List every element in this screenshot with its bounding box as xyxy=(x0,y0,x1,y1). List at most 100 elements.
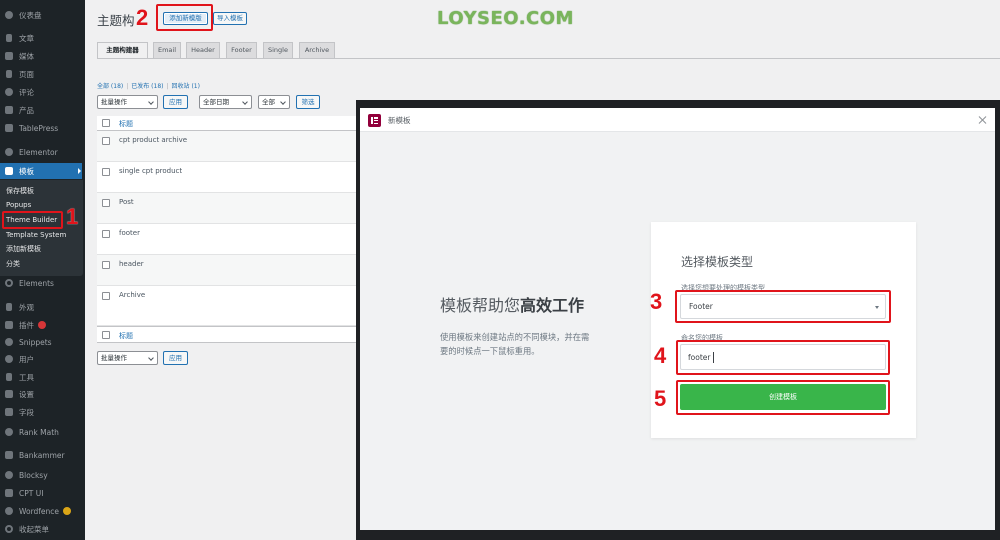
sidebar-item-label: Snippets xyxy=(19,337,52,347)
tab-email[interactable]: Email xyxy=(153,42,181,58)
pin-icon xyxy=(6,34,12,42)
row-checkbox[interactable] xyxy=(102,230,110,238)
view-trash-link[interactable]: 回收站 (1) xyxy=(172,83,200,90)
import-templates-button[interactable]: 导入模板 xyxy=(213,12,247,25)
table-icon xyxy=(5,124,13,132)
row-checkbox[interactable] xyxy=(102,199,110,207)
tab-archive[interactable]: Archive xyxy=(299,42,335,58)
elementor-logo-icon xyxy=(368,114,381,127)
row-title-link[interactable]: single cpt product xyxy=(119,167,182,175)
active-arrow-icon xyxy=(78,168,81,174)
sidebar-item-wordfence[interactable]: Wordfence xyxy=(0,504,85,518)
sidebar-item-label: 用户 xyxy=(19,354,34,364)
sidebar-item-dashboard[interactable]: 仪表盘 xyxy=(0,8,85,22)
collapse-icon xyxy=(5,525,13,533)
sidebar-item-plugins[interactable]: 插件 xyxy=(0,318,85,332)
tab-theme-builder[interactable]: 主题构建器 xyxy=(97,42,148,59)
date-filter-select[interactable]: 全部日期 xyxy=(199,95,252,109)
sidebar-item-media[interactable]: 媒体 xyxy=(0,49,85,63)
select-all-checkbox[interactable] xyxy=(102,331,110,339)
admin-sidebar: 仪表盘 文章 媒体 页面 评论 产品 TablePress Elementor xyxy=(0,0,85,540)
tab-divider xyxy=(97,58,1000,59)
product-icon xyxy=(5,106,13,114)
tab-header[interactable]: Header xyxy=(186,42,220,58)
cpt-ui-icon xyxy=(5,489,13,497)
sidebar-item-snippets[interactable]: Snippets xyxy=(0,335,85,349)
annotation-box-4 xyxy=(676,340,890,375)
elementor-icon xyxy=(5,148,13,156)
snippets-icon xyxy=(5,338,13,346)
close-icon[interactable] xyxy=(978,115,988,125)
page-icon xyxy=(6,70,12,78)
submenu-popups[interactable]: Popups xyxy=(6,199,31,211)
elements-icon xyxy=(5,279,13,287)
sidebar-item-elementor[interactable]: Elementor xyxy=(0,145,85,159)
sidebar-item-posts[interactable]: 文章 xyxy=(0,31,85,45)
type-filter-value: 全部 xyxy=(262,98,275,106)
user-icon xyxy=(5,355,13,363)
sidebar-item-label: 外观 xyxy=(19,302,34,312)
type-filter-select[interactable]: 全部 xyxy=(258,95,290,109)
submenu-template-system[interactable]: Template System xyxy=(6,229,66,241)
bulk-action-select-bottom[interactable]: 批量操作 xyxy=(97,351,158,365)
page-title: 主题构 xyxy=(97,13,135,28)
annotation-number-1: 1 xyxy=(66,204,79,229)
sidebar-item-cpt-ui[interactable]: CPT UI xyxy=(0,486,85,500)
view-all-link[interactable]: 全部 (18) xyxy=(97,83,123,90)
submenu-saved-templates[interactable]: 保存模板 xyxy=(6,185,34,197)
tab-footer[interactable]: Footer xyxy=(226,42,257,58)
row-title-link[interactable]: footer xyxy=(119,229,140,237)
sidebar-item-label: 评论 xyxy=(19,87,34,97)
row-title-link[interactable]: Archive xyxy=(119,291,145,299)
apply-button-bottom[interactable]: 应用 xyxy=(163,351,188,365)
column-title-footer[interactable]: 标题 xyxy=(119,331,133,341)
sidebar-item-label: 收起菜单 xyxy=(19,524,49,534)
sidebar-item-tools[interactable]: 工具 xyxy=(0,370,85,384)
row-checkbox[interactable] xyxy=(102,168,110,176)
row-title-link[interactable]: Post xyxy=(119,198,134,206)
sidebar-item-settings[interactable]: 设置 xyxy=(0,387,85,401)
row-checkbox[interactable] xyxy=(102,137,110,145)
sidebar-item-tablepress[interactable]: TablePress xyxy=(0,121,85,135)
sidebar-item-bankammer[interactable]: Bankammer xyxy=(0,448,85,462)
view-separator: | xyxy=(166,83,169,90)
sidebar-item-templates[interactable]: 模板 xyxy=(0,163,82,179)
submenu-categories[interactable]: 分类 xyxy=(6,258,20,270)
alert-badge xyxy=(63,507,72,515)
sidebar-item-rank-math[interactable]: Rank Math xyxy=(0,425,85,439)
form-title: 选择模板类型 xyxy=(681,255,754,269)
view-separator: | xyxy=(126,83,129,90)
row-checkbox[interactable] xyxy=(102,261,110,269)
bankammer-icon xyxy=(5,451,13,459)
sidebar-item-fields[interactable]: 字段 xyxy=(0,405,85,419)
bulk-action-select[interactable]: 批量操作 xyxy=(97,95,158,109)
sidebar-collapse-menu[interactable]: 收起菜单 xyxy=(0,522,85,536)
sidebar-item-pages[interactable]: 页面 xyxy=(0,67,85,81)
filter-button[interactable]: 筛选 xyxy=(296,95,320,109)
column-title-header[interactable]: 标题 xyxy=(119,119,133,129)
sidebar-item-appearance[interactable]: 外观 xyxy=(0,300,85,314)
modal-title: 新模板 xyxy=(388,116,411,125)
annotation-number-5: 5 xyxy=(654,386,667,411)
tab-single[interactable]: Single xyxy=(263,42,293,58)
plugin-icon xyxy=(5,321,13,329)
annotation-box-1 xyxy=(2,211,63,229)
view-published-link[interactable]: 已发布 (18) xyxy=(131,83,163,90)
sidebar-item-label: TablePress xyxy=(19,123,59,133)
apply-button[interactable]: 应用 xyxy=(163,95,188,109)
sidebar-item-label: 工具 xyxy=(19,372,34,382)
sidebar-item-users[interactable]: 用户 xyxy=(0,352,85,366)
annotation-number-2: 2 xyxy=(136,5,149,30)
select-all-checkbox[interactable] xyxy=(102,119,110,127)
tools-icon xyxy=(6,373,12,381)
row-checkbox[interactable] xyxy=(102,292,110,300)
sidebar-item-comments[interactable]: 评论 xyxy=(0,85,85,99)
row-title-link[interactable]: header xyxy=(119,260,144,268)
sidebar-item-elements[interactable]: Elements xyxy=(0,276,85,290)
row-title-link[interactable]: cpt product archive xyxy=(119,136,187,144)
submenu-add-new-template[interactable]: 添加新模板 xyxy=(6,243,41,255)
sidebar-item-blocksy[interactable]: Blocksy xyxy=(0,468,85,482)
sidebar-item-label: Elements xyxy=(19,278,54,288)
sidebar-item-products[interactable]: 产品 xyxy=(0,103,85,117)
sidebar-item-label: 文章 xyxy=(19,33,34,43)
